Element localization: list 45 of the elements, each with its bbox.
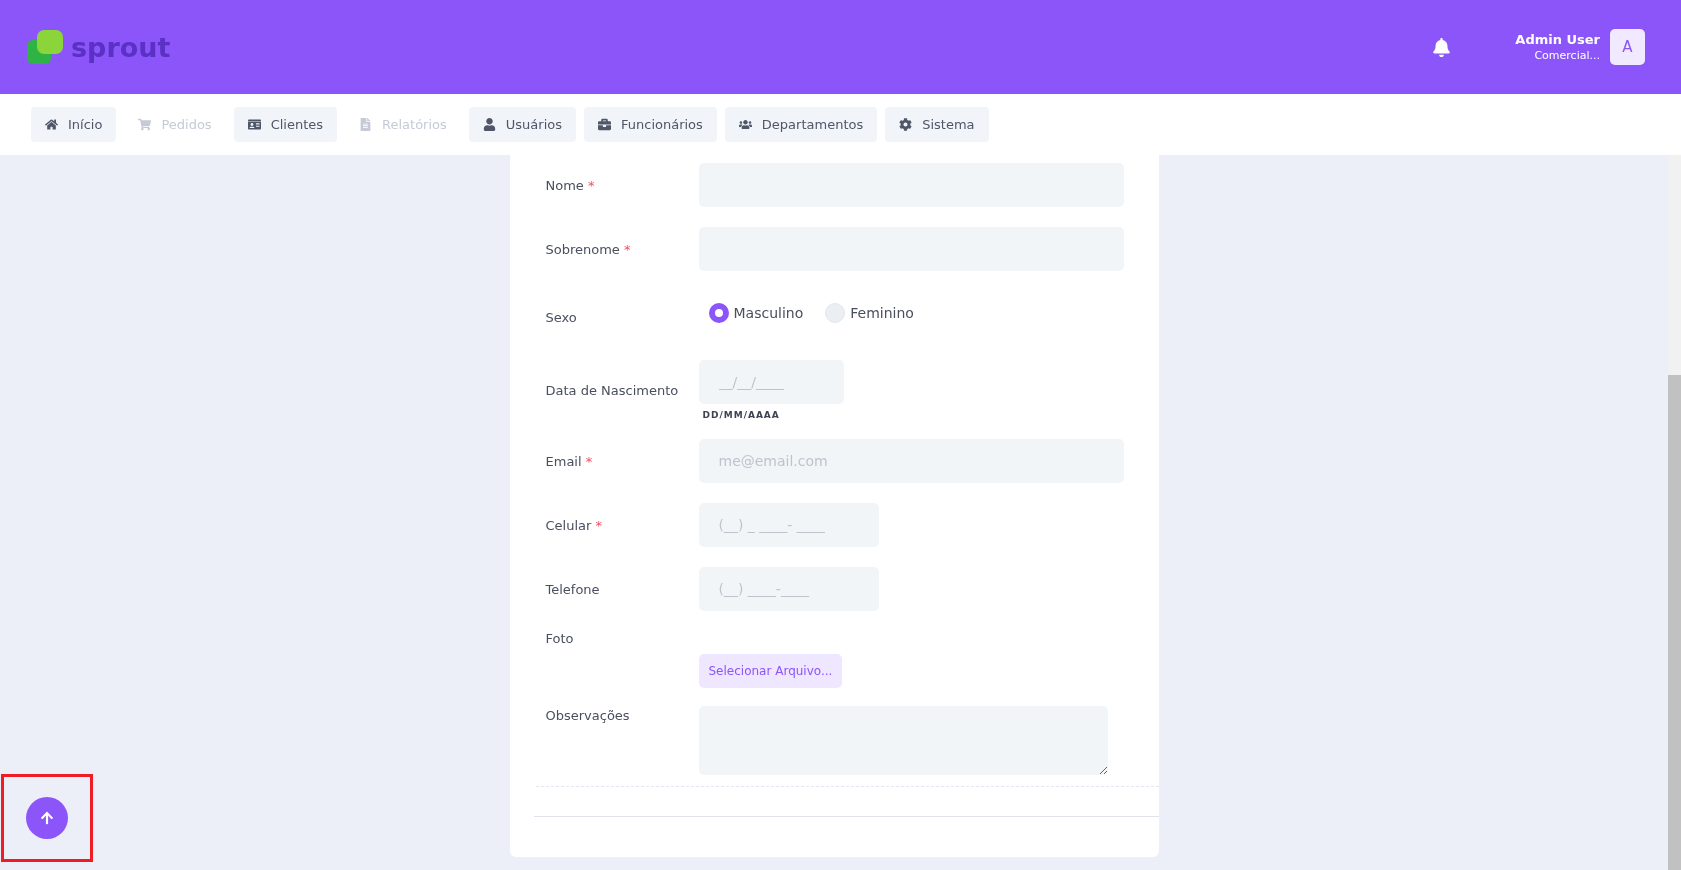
required-mark: * xyxy=(585,453,593,469)
scrollbar-thumb[interactable] xyxy=(1668,375,1681,870)
radio-label: Masculino xyxy=(733,305,804,321)
textarea-field[interactable] xyxy=(698,706,1108,775)
id-card-icon xyxy=(247,118,261,131)
field-label: Sobrenome * xyxy=(545,241,632,257)
nav-item[interactable]: Sistema xyxy=(885,107,989,142)
user-name: Admin User xyxy=(1515,32,1600,47)
avatar[interactable]: A xyxy=(1610,29,1645,65)
field-label: Nome * xyxy=(545,177,596,193)
radio-button[interactable] xyxy=(708,303,729,323)
field-label: Data de Nascimento xyxy=(545,382,680,398)
radio-label: Feminino xyxy=(850,305,914,321)
required-mark: * xyxy=(624,241,631,257)
field-label: Celular * xyxy=(545,517,603,533)
document-icon xyxy=(359,118,373,131)
nav-item[interactable]: Departamentos xyxy=(724,107,878,142)
arrow-up-icon xyxy=(40,811,54,825)
field-label: Foto xyxy=(545,631,575,646)
field-label: Observações xyxy=(545,707,631,723)
required-mark: * xyxy=(595,517,602,533)
field-label: Sexo xyxy=(545,308,578,325)
required-mark: * xyxy=(588,177,595,193)
text-field[interactable]: (__) _ ____- ____ xyxy=(698,503,879,547)
field-hint: DD/MM/AAAA xyxy=(702,410,781,420)
date-field[interactable]: __/__/____ xyxy=(698,360,844,404)
scrollbar[interactable] xyxy=(1668,155,1681,870)
field-label: Telefone xyxy=(545,581,601,597)
nav-item[interactable]: Usuários xyxy=(468,107,576,142)
nav-item[interactable]: Clientes xyxy=(233,107,338,142)
file-select-button[interactable]: Selecionar Arquivo... xyxy=(698,654,843,688)
bell-icon[interactable] xyxy=(1432,37,1452,57)
scroll-top-button[interactable] xyxy=(26,797,68,839)
settings-icon xyxy=(899,118,913,131)
logo-icon xyxy=(27,30,63,64)
nav-item[interactable]: Início xyxy=(31,107,117,142)
field-label: Email * xyxy=(545,453,594,469)
nav-item[interactable]: Funcionários xyxy=(584,107,717,142)
text-field[interactable]: (__) ____-____ xyxy=(698,567,879,611)
briefcase-icon xyxy=(598,118,611,131)
user-icon xyxy=(482,118,496,131)
home-icon xyxy=(45,118,58,131)
cart-icon xyxy=(138,118,152,131)
users-icon xyxy=(738,118,752,131)
user-role: Comercial... xyxy=(1534,49,1600,62)
